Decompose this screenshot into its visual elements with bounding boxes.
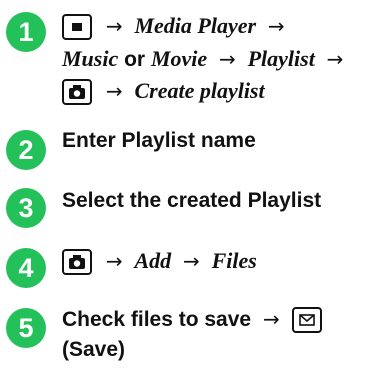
- menu-path-playlist: Playlist: [247, 46, 315, 71]
- arrow: →: [262, 307, 280, 331]
- arrow: →: [105, 79, 123, 103]
- save-label: (Save): [62, 338, 126, 361]
- step-2-line: Enter Playlist name: [62, 126, 256, 156]
- step-number-badge: 1: [6, 12, 46, 52]
- camera-key-icon: [62, 249, 92, 276]
- step-1-line-3: → Create playlist: [62, 76, 265, 107]
- menu-path-music: Music: [62, 46, 119, 71]
- step-number-badge: 3: [6, 188, 46, 228]
- step-4-line: → Add → Files: [62, 246, 257, 277]
- arrow: →: [267, 14, 285, 38]
- arrow: →: [105, 249, 123, 273]
- menu-path-movie: Movie: [150, 46, 208, 71]
- menu-path-create-playlist: Create playlist: [134, 78, 265, 103]
- step-number-badge: 4: [6, 248, 46, 288]
- step-5-line-1: Check files to save →: [62, 304, 324, 335]
- menu-key-icon: [62, 14, 92, 41]
- arrow: →: [326, 47, 344, 71]
- step-3-line: Select the created Playlist: [62, 186, 321, 216]
- arrow: →: [105, 14, 123, 38]
- menu-path-files: Files: [211, 248, 257, 273]
- menu-path-media-player: Media Player: [134, 13, 257, 38]
- menu-path-add: Add: [134, 248, 172, 273]
- conjunction-or: or: [124, 48, 146, 71]
- arrow: →: [218, 47, 236, 71]
- step-3-text: Select the created Playlist: [62, 189, 322, 212]
- step-1-line-1: → Media Player →: [62, 11, 291, 42]
- step-5-text: Check files to save: [62, 308, 252, 331]
- step-5-line-2: (Save): [62, 335, 125, 365]
- step-1-line-2: Music or Movie → Playlist →: [62, 44, 349, 75]
- step-number-badge: 2: [6, 130, 46, 170]
- arrow: →: [182, 249, 200, 273]
- mail-key-icon: [291, 307, 322, 334]
- step-2-text: Enter Playlist name: [62, 129, 256, 152]
- step-number-badge: 5: [6, 308, 46, 348]
- camera-key-icon: [62, 79, 92, 106]
